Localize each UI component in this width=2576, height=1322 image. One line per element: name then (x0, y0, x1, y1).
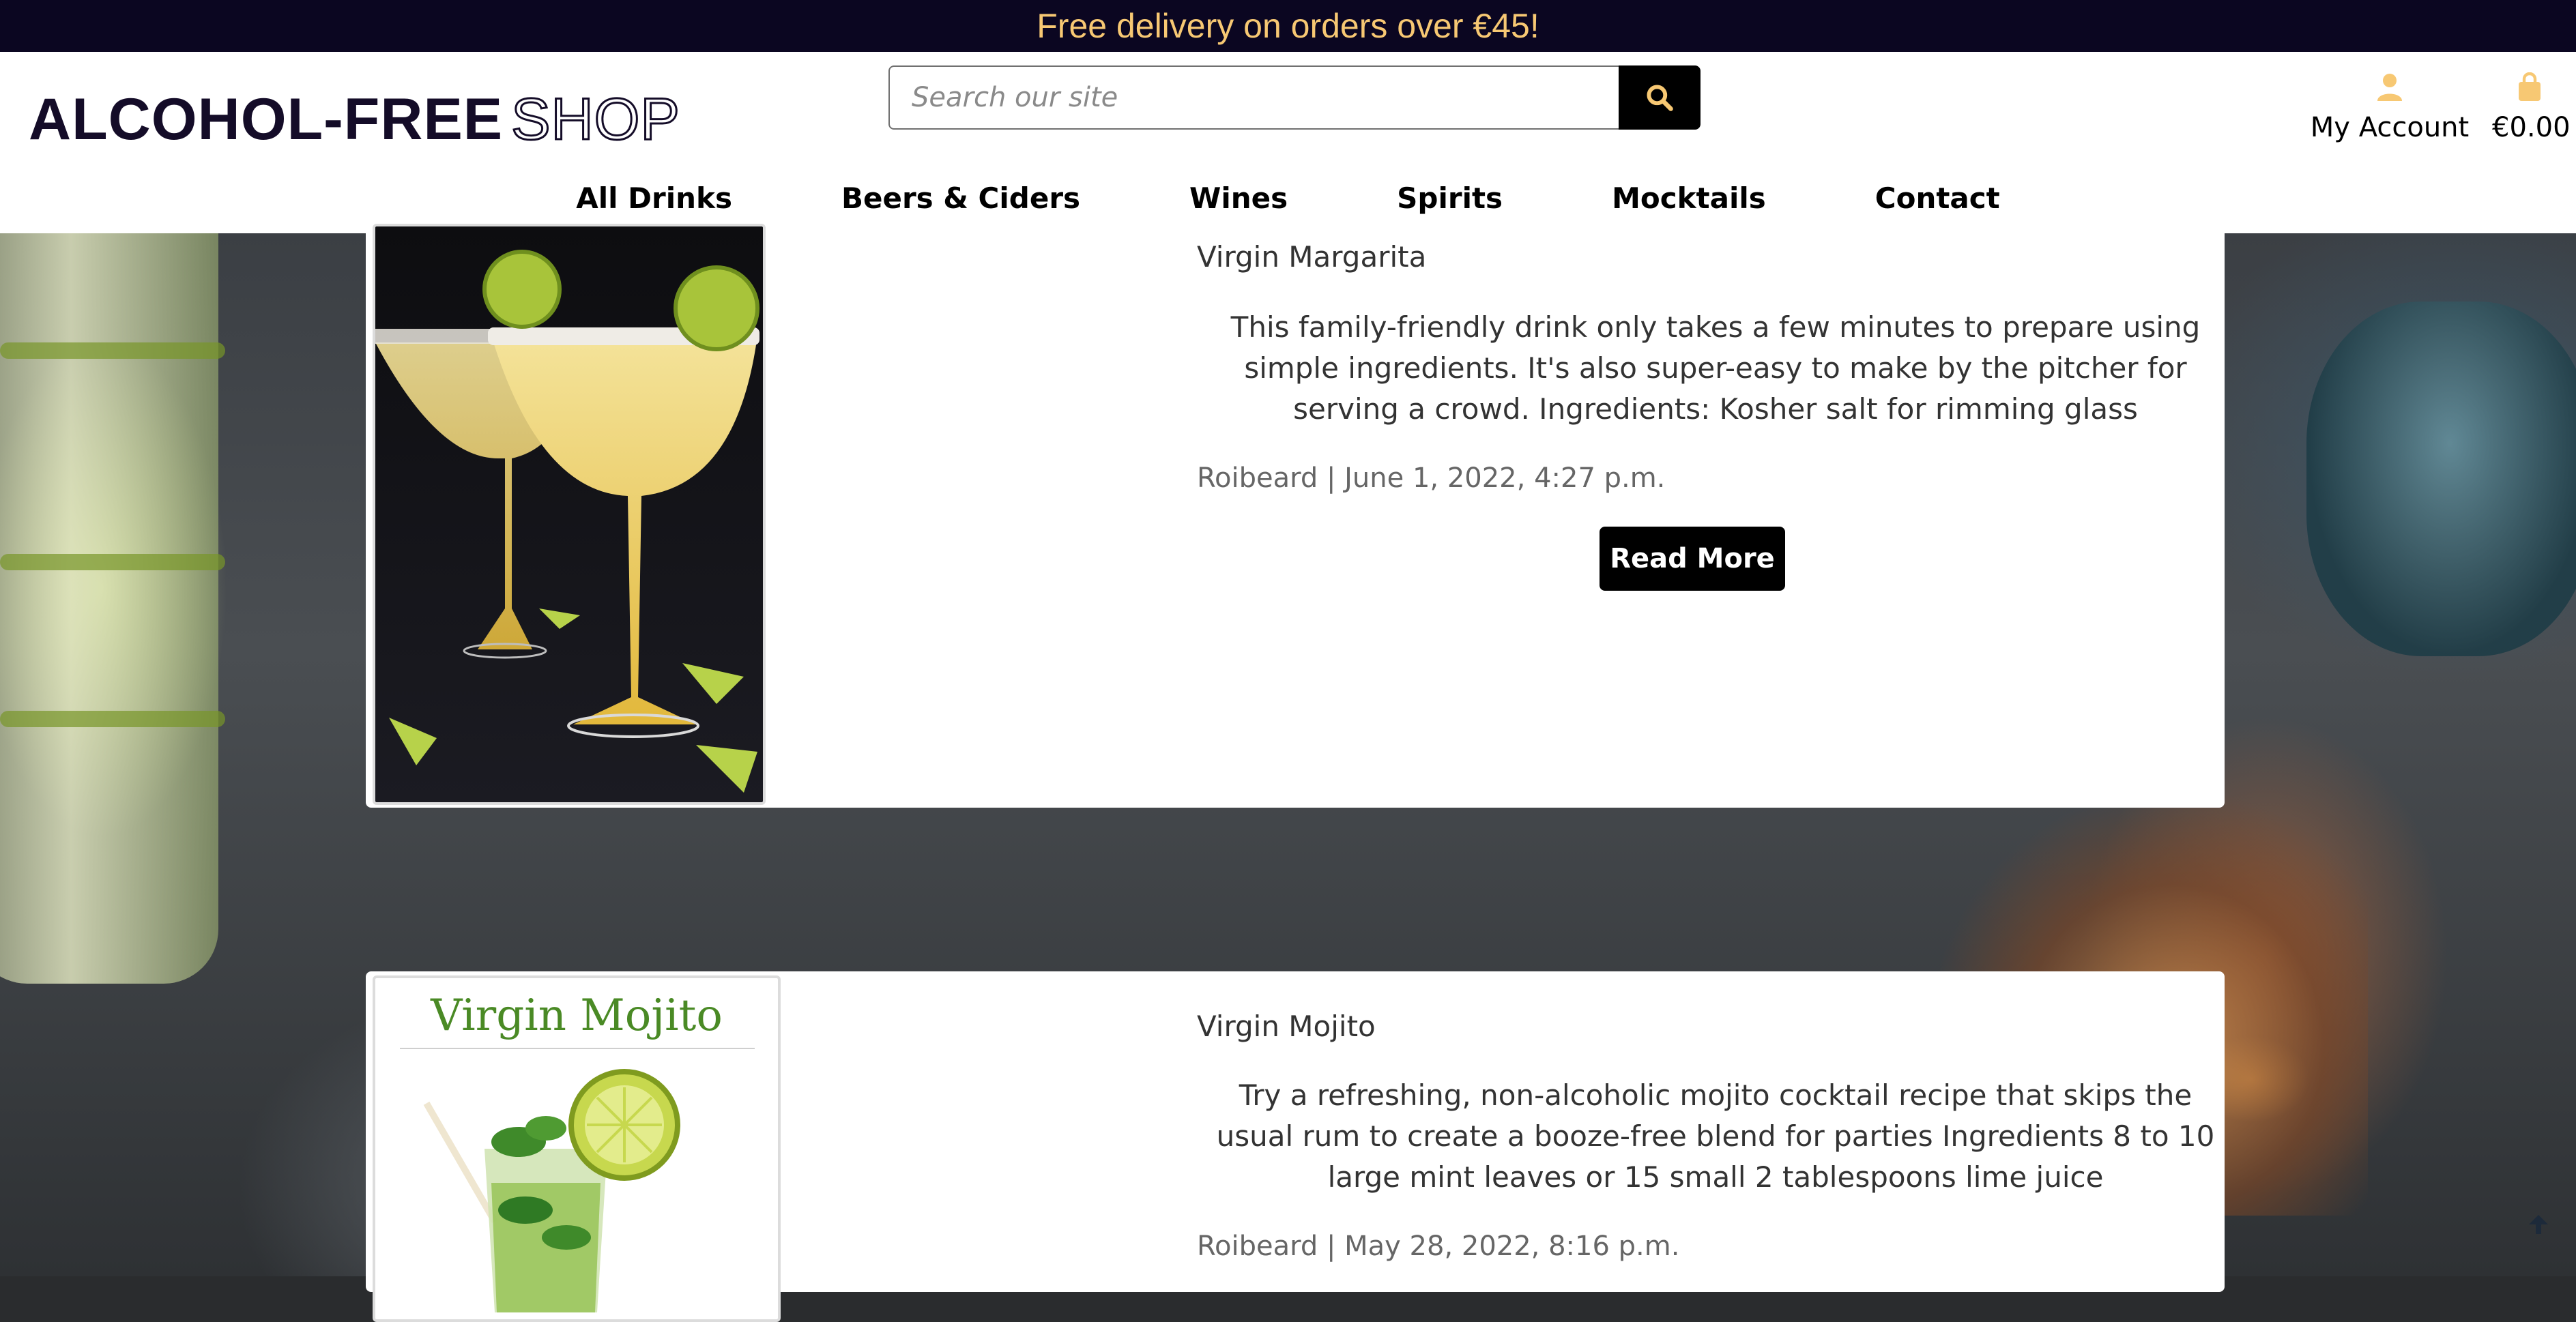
image-title: Virgin Mojito (431, 990, 723, 1041)
nav-all-drinks[interactable]: All Drinks (576, 175, 732, 222)
promo-text: Free delivery on orders over €45! (1037, 7, 1539, 45)
scroll-to-top-icon[interactable] (2525, 1211, 2552, 1238)
image-title-divider (400, 1048, 755, 1049)
mojito-photo (423, 1069, 680, 1312)
cart-total: €0.00 (2492, 112, 2571, 143)
cart-link[interactable]: €0.00 (2492, 72, 2571, 143)
search-button[interactable] (1619, 65, 1701, 130)
post-image-mojito[interactable]: Virgin Mojito (373, 975, 781, 1322)
post-title[interactable]: Virgin Margarita (1197, 240, 1426, 274)
nav-spirits[interactable]: Spirits (1397, 175, 1503, 222)
user-icon (2377, 74, 2402, 101)
main-nav: All Drinks Beers & Ciders Wines Spirits … (0, 175, 2576, 222)
background-bowl (2306, 302, 2576, 656)
nav-contact[interactable]: Contact (1875, 175, 2000, 222)
background-lime-slice (0, 342, 225, 359)
read-more-button[interactable]: Read More (1600, 527, 1785, 591)
my-account-link[interactable]: My Account (2308, 72, 2472, 143)
nav-mocktails[interactable]: Mocktails (1612, 175, 1766, 222)
post-card: Virgin Mojito Virgin Mojito Try a refres… (366, 971, 2225, 1322)
logo-outline-text: SHOP (510, 85, 681, 153)
site-header: ALCOHOL-FREE SHOP My Account €0.00 All D… (0, 52, 2576, 233)
post-excerpt: Try a refreshing, non-alcoholic mojito c… (1216, 1078, 2215, 1194)
post-meta: Roibeard | June 1, 2022, 4:27 p.m. (1197, 462, 1666, 494)
post-card: Virgin Margarita This family-friendly dr… (366, 220, 2225, 808)
site-logo[interactable]: ALCOHOL-FREE SHOP (29, 82, 680, 157)
margarita-photo (375, 226, 763, 802)
post-title[interactable]: Virgin Mojito (1197, 1010, 1376, 1043)
promo-banner: Free delivery on orders over €45! (0, 0, 2576, 52)
shopping-bag-icon (2519, 72, 2541, 101)
nav-wines[interactable]: Wines (1189, 175, 1288, 222)
my-account-label: My Account (2310, 112, 2470, 143)
post-excerpt: This family-friendly drink only takes a … (1230, 310, 2201, 426)
post-meta: Roibeard | May 28, 2022, 8:16 p.m. (1197, 1231, 1680, 1262)
background-lime-slice (0, 711, 225, 727)
post-image-margarita[interactable] (373, 224, 766, 805)
search-form (888, 65, 1701, 130)
search-icon (1647, 85, 1673, 111)
logo-bold-text: ALCOHOL-FREE (29, 86, 504, 152)
search-input[interactable] (888, 65, 1619, 130)
background-lime-slice (0, 554, 225, 570)
nav-beers-ciders[interactable]: Beers & Ciders (841, 175, 1080, 222)
